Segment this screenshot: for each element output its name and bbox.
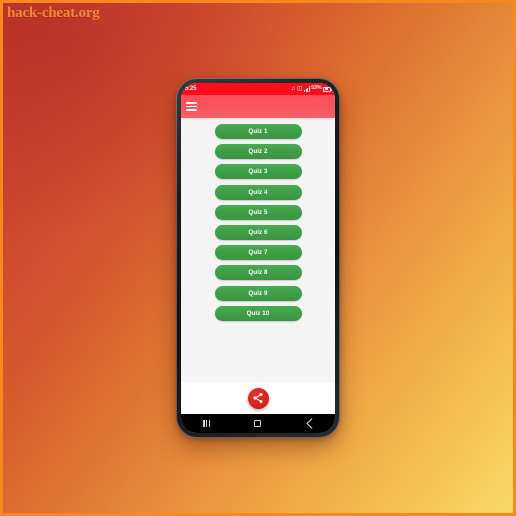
share-icon	[253, 393, 263, 403]
home-icon	[254, 420, 262, 427]
quiz-button[interactable]: Quiz 6	[214, 224, 302, 240]
nav-recents-button[interactable]	[194, 414, 220, 433]
nav-home-button[interactable]	[245, 414, 271, 433]
sim-icon: ◫	[296, 86, 303, 92]
quiz-button[interactable]: Quiz 3	[214, 164, 302, 180]
status-bar: 5:25 ♫ ◫ 53%	[181, 83, 335, 95]
signal-bars-icon	[304, 86, 310, 92]
hamburger-line	[186, 109, 197, 111]
vibrate-icon: ♫	[290, 86, 296, 92]
quiz-list: Quiz 1 Quiz 2 Quiz 3 Quiz 4 Quiz 5 Quiz 6 Quiz…	[181, 124, 335, 321]
back-chevron-icon	[306, 418, 313, 429]
hamburger-menu-icon[interactable]	[186, 100, 199, 113]
watermark-text: hack-cheat.org	[7, 5, 100, 21]
quiz-button[interactable]: Quiz 5	[214, 204, 302, 220]
quiz-button[interactable]: Quiz 9	[214, 285, 302, 301]
fab-area	[181, 382, 335, 414]
status-icons-group: ♫ ◫ 53%	[290, 85, 332, 92]
phone-screen: 5:25 ♫ ◫ 53% Quiz 1 Quiz 2 Quiz 3 Quiz 4 Qui…	[181, 83, 335, 433]
share-button[interactable]	[247, 387, 269, 409]
quiz-list-container: Quiz 1 Quiz 2 Quiz 3 Quiz 4 Quiz 5 Quiz 6 Quiz…	[181, 118, 335, 382]
quiz-button[interactable]: Quiz 4	[214, 184, 302, 200]
quiz-button[interactable]: Quiz 8	[214, 265, 302, 281]
quiz-button[interactable]: Quiz 1	[214, 124, 302, 139]
android-navigation-bar	[181, 414, 335, 433]
quiz-button[interactable]: Quiz 2	[214, 144, 302, 160]
phone-device-frame: 5:25 ♫ ◫ 53% Quiz 1 Quiz 2 Quiz 3 Quiz 4 Qui…	[176, 78, 340, 438]
recents-icon	[203, 420, 210, 427]
quiz-button[interactable]: Quiz 10	[214, 305, 302, 321]
app-toolbar	[181, 95, 335, 118]
nav-back-button[interactable]	[296, 414, 322, 433]
status-time: 5:25	[185, 86, 197, 92]
hamburger-line	[186, 105, 197, 108]
battery-percent-label: 53%	[311, 85, 322, 92]
hamburger-line	[186, 102, 197, 104]
quiz-button[interactable]: Quiz 7	[214, 245, 302, 261]
battery-icon	[323, 86, 332, 92]
